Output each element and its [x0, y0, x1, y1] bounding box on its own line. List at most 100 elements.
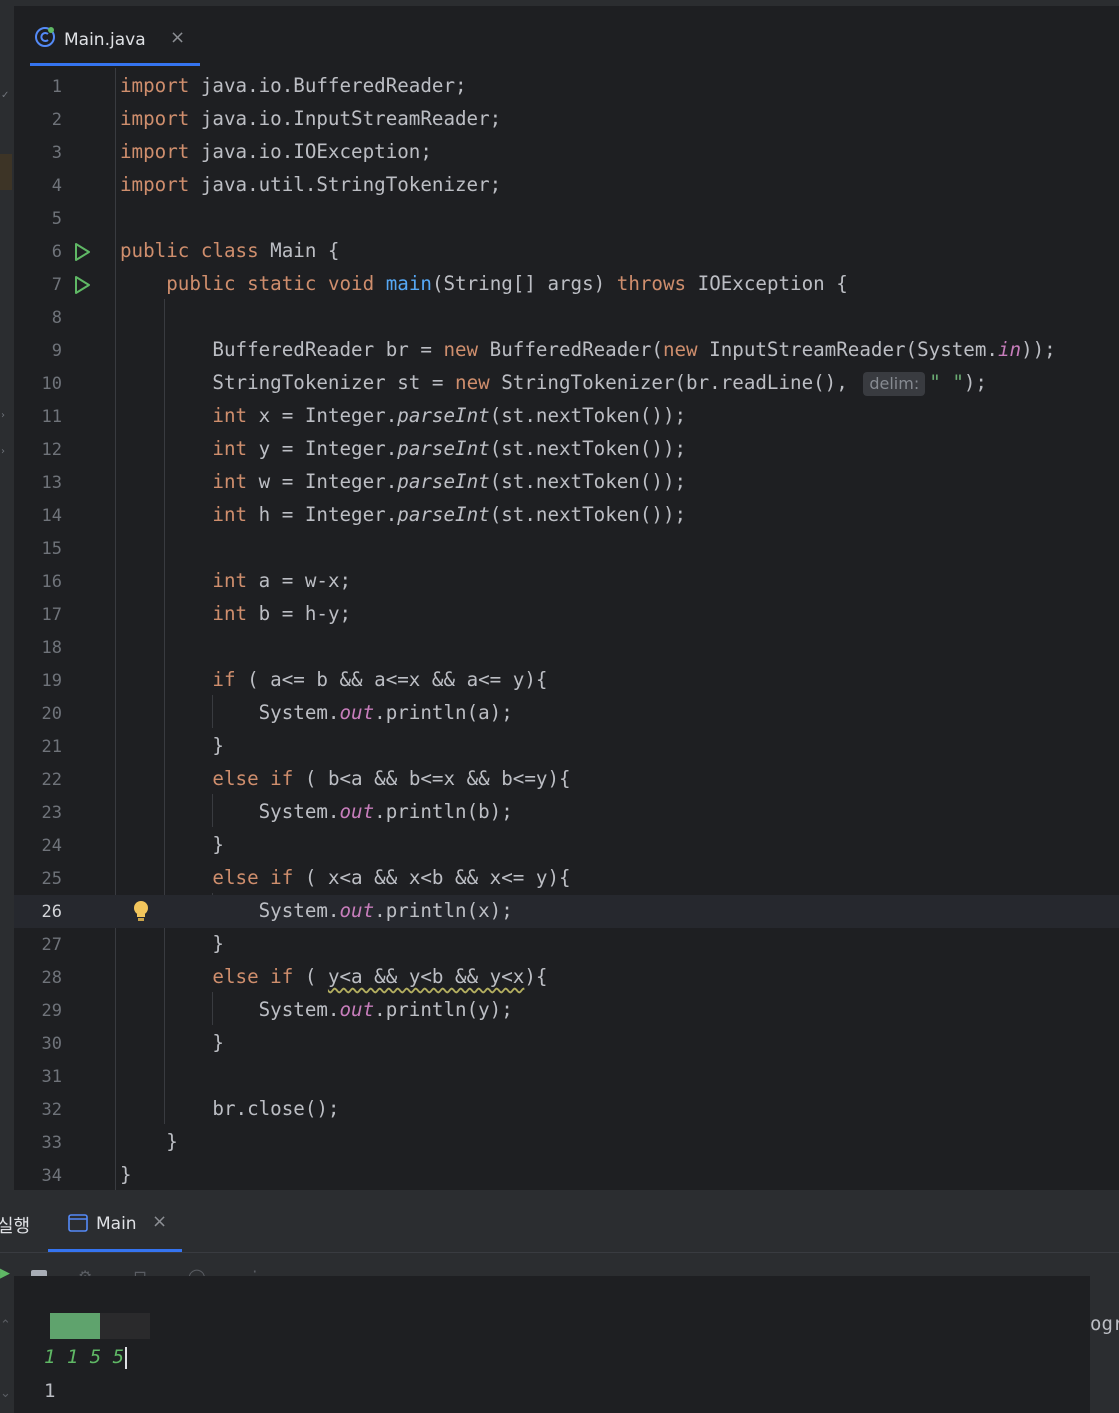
line-number[interactable]: 14 — [14, 506, 62, 526]
code-text[interactable]: System.out.println(x); — [120, 899, 513, 923]
expand-arrow-icon[interactable]: › — [1, 410, 5, 421]
line-number[interactable]: 33 — [14, 1133, 62, 1153]
editor-tab-main-java[interactable]: Main.java × — [30, 20, 200, 66]
line-number[interactable]: 15 — [14, 539, 62, 559]
close-icon[interactable]: × — [152, 1211, 167, 1232]
line-number[interactable]: 11 — [14, 407, 62, 427]
code-text[interactable]: BufferedReader br = new BufferedReader(n… — [120, 338, 1055, 362]
code-text[interactable]: } — [120, 1130, 178, 1154]
run-gutter-icon[interactable] — [72, 242, 92, 262]
code-text[interactable]: import java.io.BufferedReader; — [120, 74, 467, 98]
code-line[interactable]: 24 } — [14, 829, 1119, 862]
code-line[interactable]: 7 public static void main(String[] args)… — [14, 268, 1119, 301]
code-line[interactable]: 26 System.out.println(x); — [14, 895, 1119, 928]
code-text[interactable]: public class Main { — [120, 239, 340, 263]
code-text[interactable]: public static void main(String[] args) t… — [120, 272, 848, 296]
line-number[interactable]: 34 — [14, 1166, 62, 1186]
console-output-area[interactable]: 1 1 5 5 1 — [14, 1276, 1090, 1413]
code-text[interactable]: StringTokenizer st = new StringTokenizer… — [120, 371, 987, 396]
code-line[interactable]: 22 else if ( b<a && b<=x && b<=y){ — [14, 763, 1119, 796]
code-editor[interactable]: 1 import java.io.BufferedReader; 2 import j… — [14, 68, 1119, 1190]
line-number[interactable]: 16 — [14, 572, 62, 592]
code-text[interactable]: int b = h-y; — [120, 602, 351, 626]
scroll-up-icon[interactable]: ⌃ — [0, 1318, 11, 1333]
code-line[interactable]: 14 int h = Integer.parseInt(st.nextToken… — [14, 499, 1119, 532]
code-line[interactable]: 3 import java.io.IOException; — [14, 136, 1119, 169]
code-line[interactable]: 23 System.out.println(b); — [14, 796, 1119, 829]
code-text[interactable]: } — [120, 734, 224, 758]
code-text[interactable]: if ( a<= b && a<=x && a<= y){ — [120, 668, 547, 692]
code-text[interactable]: int x = Integer.parseInt(st.nextToken())… — [120, 404, 686, 428]
code-text[interactable]: } — [120, 1031, 224, 1055]
code-line[interactable]: 4 import java.util.StringTokenizer; — [14, 169, 1119, 202]
code-line[interactable]: 16 int a = w-x; — [14, 565, 1119, 598]
code-line[interactable]: 17 int b = h-y; — [14, 598, 1119, 631]
code-text[interactable]: import java.io.InputStreamReader; — [120, 107, 501, 131]
code-text[interactable]: System.out.println(a); — [120, 701, 513, 725]
code-text[interactable]: int y = Integer.parseInt(st.nextToken())… — [120, 437, 686, 461]
run-tab-main[interactable]: Main × — [48, 1200, 182, 1252]
line-number[interactable]: 32 — [14, 1100, 62, 1120]
code-line[interactable]: 29 System.out.println(y); — [14, 994, 1119, 1027]
code-line[interactable]: 8 — [14, 301, 1119, 334]
line-number[interactable]: 23 — [14, 803, 62, 823]
line-number[interactable]: 5 — [14, 209, 62, 229]
line-number[interactable]: 20 — [14, 704, 62, 724]
collapse-icon[interactable]: ✓ — [1, 90, 9, 101]
run-gutter-icon[interactable] — [72, 275, 92, 295]
code-line[interactable]: 19 if ( a<= b && a<=x && a<= y){ — [14, 664, 1119, 697]
code-text[interactable]: else if ( y<a && y<b && y<x){ — [120, 965, 547, 989]
code-line[interactable]: 12 int y = Integer.parseInt(st.nextToken… — [14, 433, 1119, 466]
code-text[interactable]: int h = Integer.parseInt(st.nextToken())… — [120, 503, 686, 527]
line-number[interactable]: 30 — [14, 1034, 62, 1054]
console-input-line[interactable]: 1 1 5 5 — [44, 1346, 128, 1369]
scroll-down-icon[interactable]: ⌄ — [0, 1386, 11, 1401]
code-line[interactable]: 10 StringTokenizer st = new StringTokeni… — [14, 367, 1119, 400]
line-number[interactable]: 10 — [14, 374, 62, 394]
code-line[interactable]: 13 int w = Integer.parseInt(st.nextToken… — [14, 466, 1119, 499]
line-number[interactable]: 18 — [14, 638, 62, 658]
code-line[interactable]: 31 — [14, 1060, 1119, 1093]
line-number[interactable]: 2 — [14, 110, 62, 130]
code-line[interactable]: 33 } — [14, 1126, 1119, 1159]
code-line[interactable]: 34} — [14, 1159, 1119, 1190]
line-number[interactable]: 26 — [14, 902, 62, 922]
code-text[interactable]: import java.io.IOException; — [120, 140, 432, 164]
code-line[interactable]: 25 else if ( x<a && x<b && x<= y){ — [14, 862, 1119, 895]
code-text[interactable]: } — [120, 833, 224, 857]
code-line[interactable]: 11 int x = Integer.parseInt(st.nextToken… — [14, 400, 1119, 433]
code-text[interactable]: else if ( b<a && b<=x && b<=y){ — [120, 767, 570, 791]
line-number[interactable]: 29 — [14, 1001, 62, 1021]
code-line[interactable]: 30 } — [14, 1027, 1119, 1060]
code-line[interactable]: 1 import java.io.BufferedReader; — [14, 70, 1119, 103]
line-number[interactable]: 27 — [14, 935, 62, 955]
code-text[interactable]: int a = w-x; — [120, 569, 351, 593]
code-line[interactable]: 2 import java.io.InputStreamReader; — [14, 103, 1119, 136]
line-number[interactable]: 17 — [14, 605, 62, 625]
line-number[interactable]: 31 — [14, 1067, 62, 1087]
line-number[interactable]: 24 — [14, 836, 62, 856]
expand-arrow-icon[interactable]: › — [1, 446, 5, 457]
line-number[interactable]: 7 — [14, 275, 62, 295]
code-text[interactable]: System.out.println(b); — [120, 800, 513, 824]
line-number[interactable]: 9 — [14, 341, 62, 361]
code-text[interactable]: else if ( x<a && x<b && x<= y){ — [120, 866, 570, 890]
code-text[interactable]: int w = Integer.parseInt(st.nextToken())… — [120, 470, 686, 494]
line-number[interactable]: 28 — [14, 968, 62, 988]
code-text[interactable]: } — [120, 932, 224, 956]
line-number[interactable]: 21 — [14, 737, 62, 757]
code-line[interactable]: 18 — [14, 631, 1119, 664]
code-line[interactable]: 32 br.close(); — [14, 1093, 1119, 1126]
code-line[interactable]: 28 else if ( y<a && y<b && y<x){ — [14, 961, 1119, 994]
line-number[interactable]: 25 — [14, 869, 62, 889]
line-number[interactable]: 6 — [14, 242, 62, 262]
code-line[interactable]: 9 BufferedReader br = new BufferedReader… — [14, 334, 1119, 367]
line-number[interactable]: 19 — [14, 671, 62, 691]
line-number[interactable]: 8 — [14, 308, 62, 328]
code-line[interactable]: 6 public class Main { — [14, 235, 1119, 268]
code-text[interactable]: import java.util.StringTokenizer; — [120, 173, 501, 197]
line-number[interactable]: 4 — [14, 176, 62, 196]
run-tool-window-label[interactable]: 실행 — [0, 1212, 30, 1238]
line-number[interactable]: 13 — [14, 473, 62, 493]
code-line[interactable]: 5 — [14, 202, 1119, 235]
